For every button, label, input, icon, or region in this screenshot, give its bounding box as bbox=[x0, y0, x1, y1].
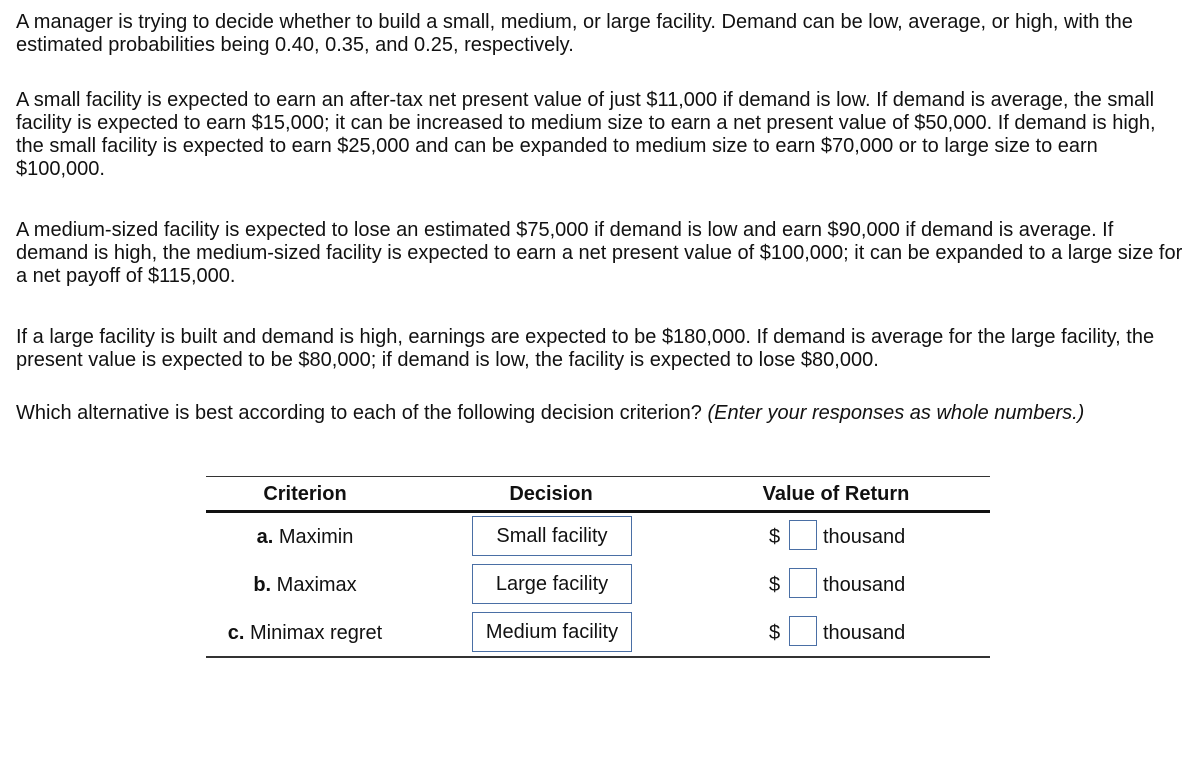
table-row-maximax: b. Maximax Large facility $ thousand bbox=[206, 564, 990, 608]
instruction: (Enter your responses as whole numbers.) bbox=[707, 402, 1085, 424]
criterion-cell: b. Maximax bbox=[206, 574, 404, 597]
unit-label: thousand bbox=[823, 574, 906, 596]
criterion-cell: c. Minimax regret bbox=[206, 622, 404, 645]
table-header-rule bbox=[206, 510, 990, 513]
criterion-letter: b. bbox=[253, 574, 272, 596]
currency-symbol: $ bbox=[769, 574, 781, 596]
table-row-maximin: a. Maximin Small facility $ thousand bbox=[206, 516, 990, 560]
table-bottom-rule bbox=[206, 656, 990, 658]
header-criterion: Criterion bbox=[263, 483, 347, 505]
unit-label: thousand bbox=[823, 526, 906, 548]
currency-symbol: $ bbox=[769, 526, 781, 548]
large-facility-paragraph: If a large facility is built and demand … bbox=[16, 326, 1155, 371]
criterion-letter: a. bbox=[256, 526, 274, 548]
criterion-label: Maximax bbox=[276, 574, 357, 596]
currency-symbol: $ bbox=[769, 622, 781, 644]
table-top-rule bbox=[206, 476, 990, 477]
header-decision: Decision bbox=[509, 483, 593, 505]
value-input-maximin[interactable] bbox=[789, 520, 817, 550]
criterion-letter: c. bbox=[227, 622, 245, 644]
criterion-label: Maximin bbox=[278, 526, 354, 548]
small-facility-paragraph: A small facility is expected to earn an … bbox=[16, 89, 1156, 180]
decision-select-minimax-regret[interactable]: Medium facility bbox=[472, 612, 632, 652]
criterion-label: Minimax regret bbox=[249, 622, 383, 644]
table-row-minimax-regret: c. Minimax regret Medium facility $ thou… bbox=[206, 612, 990, 656]
header-value-of-return: Value of Return bbox=[762, 483, 910, 505]
decision-select-maximin[interactable]: Small facility bbox=[472, 516, 632, 556]
value-input-minimax-regret[interactable] bbox=[789, 616, 817, 646]
value-input-maximax[interactable] bbox=[789, 568, 817, 598]
question-text: Which alternative is best according to e… bbox=[16, 402, 1186, 425]
problem-intro: A manager is trying to decide whether to… bbox=[16, 11, 1133, 56]
question: Which alternative is best according to e… bbox=[16, 402, 702, 424]
medium-facility-paragraph: A medium-sized facility is expected to l… bbox=[16, 219, 1183, 287]
unit-label: thousand bbox=[823, 622, 906, 644]
decision-select-maximax[interactable]: Large facility bbox=[472, 564, 632, 604]
criterion-cell: a. Maximin bbox=[206, 526, 404, 549]
